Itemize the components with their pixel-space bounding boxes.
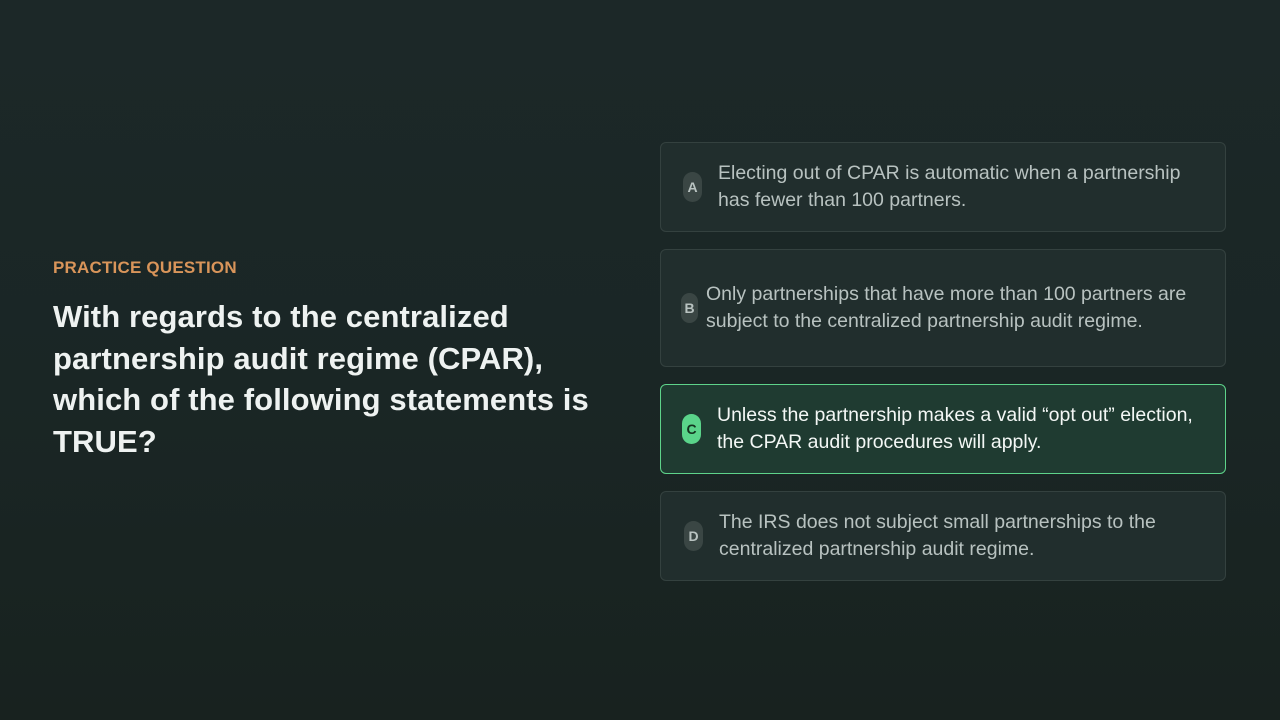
question-panel: PRACTICE QUESTION With regards to the ce… <box>53 258 613 462</box>
option-letter-badge: C <box>682 414 701 444</box>
option-letter-badge: B <box>681 293 698 323</box>
option-text: Unless the partnership makes a valid “op… <box>717 403 1193 454</box>
option-d[interactable]: D The IRS does not subject small partner… <box>660 491 1226 581</box>
option-letter-badge: A <box>683 172 702 202</box>
option-b[interactable]: B Only partnerships that have more than … <box>660 249 1226 367</box>
question-text: With regards to the centralized partners… <box>53 299 589 459</box>
option-text: The IRS does not subject small partnersh… <box>719 510 1156 561</box>
section-eyebrow: PRACTICE QUESTION <box>53 258 237 277</box>
answer-options: A Electing out of CPAR is automatic when… <box>660 142 1226 598</box>
option-text: Electing out of CPAR is automatic when a… <box>718 161 1181 212</box>
option-a[interactable]: A Electing out of CPAR is automatic when… <box>660 142 1226 232</box>
option-text: Only partnerships that have more than 10… <box>706 282 1187 333</box>
option-c[interactable]: C Unless the partnership makes a valid “… <box>660 384 1226 474</box>
option-letter-badge: D <box>684 521 703 551</box>
